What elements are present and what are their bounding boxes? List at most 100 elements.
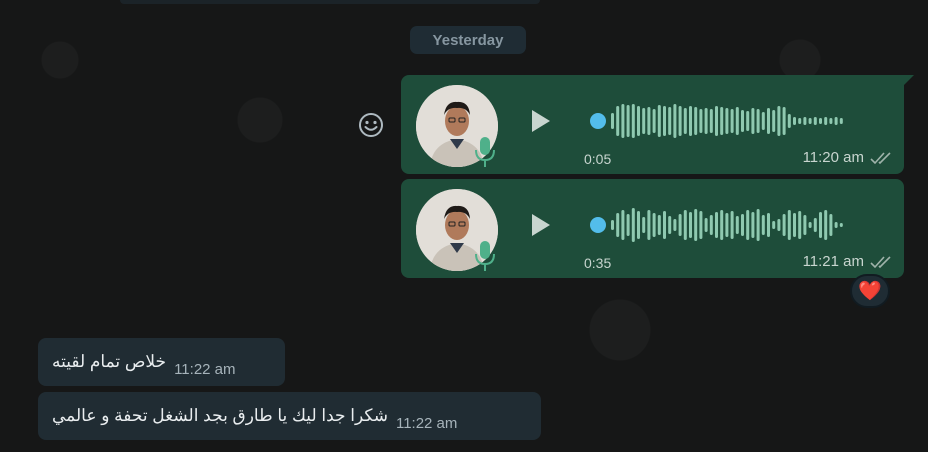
waveform-bar bbox=[631, 208, 635, 242]
waveform-bar bbox=[621, 104, 625, 138]
incoming-message[interactable]: شكرا جدا ليك يا طارق بجد الشغل تحفة و عا… bbox=[38, 392, 541, 440]
waveform-bar bbox=[798, 118, 802, 124]
waveform-bar bbox=[824, 117, 828, 125]
avatar[interactable] bbox=[416, 189, 498, 271]
waveform-bar bbox=[772, 110, 776, 132]
mic-icon bbox=[475, 137, 495, 167]
waveform-bar bbox=[699, 211, 703, 239]
waveform-bar bbox=[839, 223, 843, 227]
waveform-bar bbox=[637, 106, 640, 136]
waveform-bar bbox=[683, 210, 687, 240]
voice-message[interactable]: 0:05 11:20 am bbox=[401, 75, 914, 174]
waveform-bar bbox=[741, 214, 744, 236]
waveform-bar bbox=[803, 117, 807, 125]
waveform-bar bbox=[652, 109, 656, 133]
waveform-bar bbox=[730, 109, 734, 133]
waveform-bar bbox=[663, 106, 666, 136]
date-divider: Yesterday bbox=[410, 26, 526, 54]
waveform-bar bbox=[730, 211, 734, 239]
waveform-bar bbox=[735, 216, 739, 234]
waveform-bar bbox=[834, 117, 838, 125]
waveform-bar bbox=[782, 214, 786, 236]
waveform-bar bbox=[694, 107, 698, 135]
heart-icon: ❤️ bbox=[858, 281, 882, 302]
waveform-bar bbox=[829, 118, 833, 124]
waveform-bar bbox=[819, 118, 822, 124]
avatar[interactable] bbox=[416, 85, 498, 167]
waveform-bar bbox=[694, 209, 698, 241]
waveform-bar bbox=[720, 107, 724, 135]
waveform-bar bbox=[647, 210, 651, 240]
previous-message-edge bbox=[120, 0, 540, 4]
waveform-bar bbox=[798, 211, 802, 239]
incoming-message[interactable]: خلاص تمام لقيته 11:22 am bbox=[38, 338, 285, 386]
message-text: شكرا جدا ليك يا طارق بجد الشغل تحفة و عا… bbox=[52, 406, 388, 425]
waveform-bar bbox=[709, 215, 713, 235]
voice-duration: 0:35 bbox=[584, 255, 612, 271]
waveform-bar bbox=[637, 211, 640, 239]
waveform-bar bbox=[834, 222, 838, 228]
waveform-bar bbox=[709, 109, 713, 133]
waveform-bar bbox=[663, 211, 666, 239]
waveform-bar bbox=[746, 210, 750, 240]
waveform-bar bbox=[652, 213, 656, 237]
waveform-bar bbox=[819, 212, 822, 238]
waveform-bar bbox=[761, 215, 765, 235]
waveform-bar bbox=[626, 105, 630, 137]
waveform-bar bbox=[761, 112, 765, 130]
message-time: 11:21 am bbox=[802, 253, 864, 270]
waveform-bar bbox=[782, 107, 786, 135]
waveform-bar bbox=[673, 104, 677, 138]
waveform-bar bbox=[772, 221, 776, 229]
play-icon[interactable] bbox=[529, 212, 553, 238]
heart-reaction[interactable]: ❤️ bbox=[850, 274, 890, 308]
waveform-bar bbox=[616, 213, 620, 237]
double-check-icon bbox=[870, 256, 891, 269]
smiley-icon[interactable] bbox=[357, 111, 385, 139]
waveform-bar bbox=[808, 222, 812, 228]
waveform-bar bbox=[657, 105, 661, 137]
waveform-bar bbox=[720, 210, 724, 240]
waveform-bar bbox=[683, 108, 687, 134]
waveform-bar bbox=[611, 220, 614, 230]
waveform-bar bbox=[813, 117, 817, 125]
waveform-bar bbox=[689, 106, 692, 136]
waveform-bar bbox=[611, 113, 614, 129]
waveform-bar bbox=[642, 108, 646, 134]
voice-duration: 0:05 bbox=[584, 151, 612, 167]
waveform-bar bbox=[813, 218, 817, 232]
waveform-bar bbox=[725, 108, 729, 134]
waveform-bar bbox=[699, 109, 703, 133]
play-icon[interactable] bbox=[529, 108, 553, 134]
waveform-bar bbox=[808, 118, 812, 124]
waveform-bar bbox=[767, 213, 770, 237]
message-time: 11:22 am bbox=[174, 360, 236, 378]
waveform-bar bbox=[704, 218, 708, 232]
waveform-bar bbox=[793, 117, 796, 125]
waveform-bar bbox=[741, 110, 744, 132]
waveform-bar bbox=[715, 212, 718, 238]
waveform-bar bbox=[787, 114, 791, 128]
waveform-bar bbox=[642, 217, 646, 233]
waveform-bar bbox=[787, 210, 791, 240]
waveform-bar bbox=[647, 107, 651, 135]
message-time: 11:22 am bbox=[395, 414, 458, 432]
waveform-bar bbox=[616, 106, 620, 136]
waveform-bar bbox=[704, 108, 708, 134]
waveform[interactable] bbox=[587, 205, 877, 245]
message-text: خلاص تمام لقيته bbox=[52, 352, 167, 371]
waveform-bar bbox=[777, 106, 781, 136]
waveform-bar bbox=[751, 212, 755, 238]
waveform-bar bbox=[725, 213, 729, 237]
waveform-bar bbox=[735, 107, 739, 135]
waveform-bar bbox=[631, 104, 635, 138]
voice-message[interactable]: 0:35 11:21 am bbox=[401, 179, 904, 278]
bubble-tail bbox=[902, 75, 914, 87]
waveform-bar bbox=[793, 213, 796, 237]
waveform[interactable] bbox=[587, 101, 877, 141]
double-check-icon bbox=[870, 152, 891, 165]
waveform-bar bbox=[678, 214, 682, 236]
waveform-bar bbox=[689, 212, 692, 238]
waveform-bar bbox=[839, 118, 843, 124]
waveform-bar bbox=[829, 214, 833, 236]
